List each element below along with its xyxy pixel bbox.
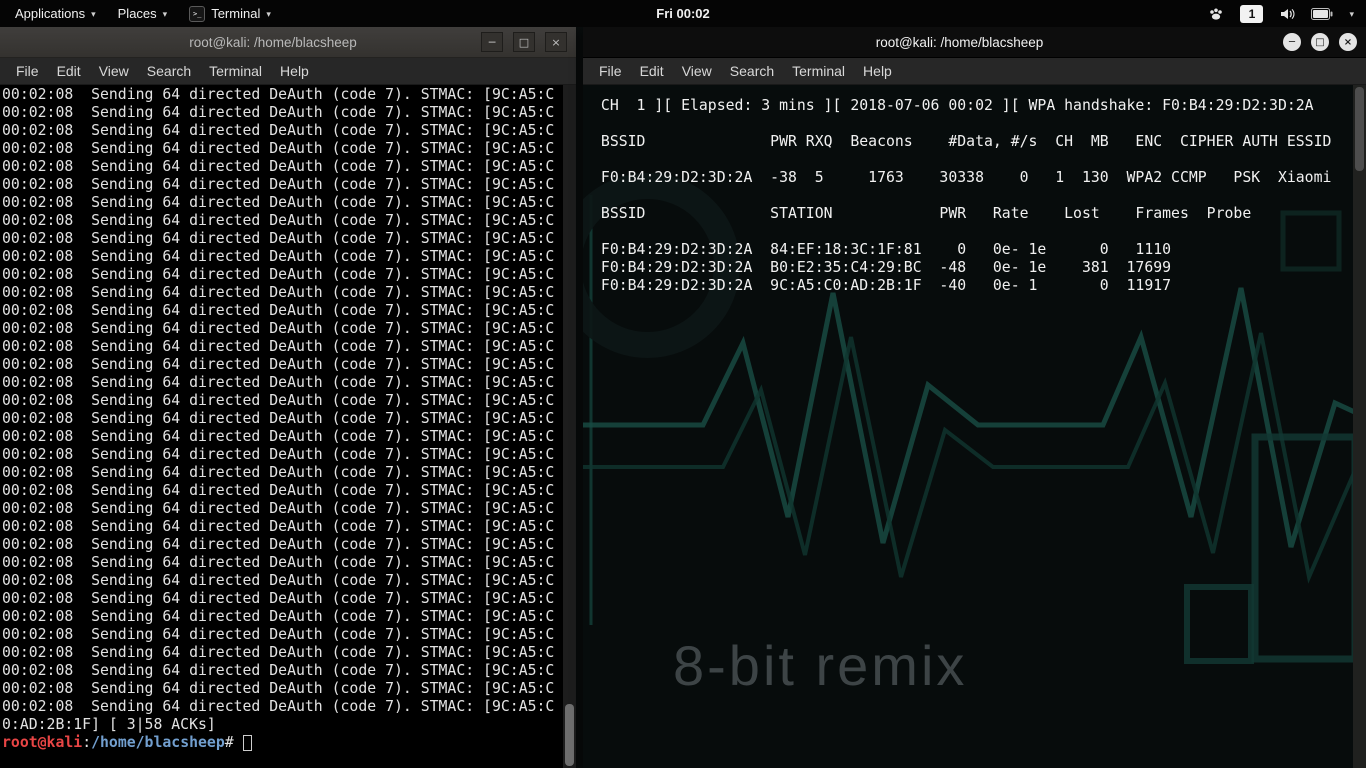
applications-menu-label: Applications	[15, 6, 85, 21]
system-menu-chevron-icon[interactable]: ▾	[1349, 10, 1354, 20]
terminal-cursor	[243, 735, 252, 751]
menu-terminal[interactable]: Terminal	[200, 60, 271, 82]
left-menubar: File Edit View Search Terminal Help	[0, 58, 576, 85]
menu-search[interactable]: Search	[721, 60, 783, 82]
top-panel: Applications ▾ Places ▾ >_ Terminal ▾ Fr…	[0, 0, 1366, 27]
right-titlebar[interactable]: root@kali: /home/blacsheep ─ □ ×	[583, 27, 1366, 58]
menu-file[interactable]: File	[590, 60, 631, 82]
left-titlebar[interactable]: root@kali: /home/blacsheep ─ □ ×	[0, 27, 576, 58]
terminal-app-menu[interactable]: >_ Terminal ▾	[178, 0, 282, 27]
minimize-button[interactable]: ─	[481, 32, 503, 52]
close-button[interactable]: ×	[1339, 33, 1357, 51]
right-scrollbar-thumb[interactable]	[1355, 87, 1364, 171]
menu-edit[interactable]: Edit	[48, 60, 90, 82]
right-scrollbar[interactable]	[1353, 85, 1366, 768]
right-window-controls: ─ □ ×	[1283, 33, 1366, 51]
places-menu-label: Places	[118, 6, 157, 21]
maximize-button[interactable]: □	[513, 32, 535, 52]
menu-help[interactable]: Help	[854, 60, 901, 82]
chevron-down-icon: ▾	[266, 10, 271, 20]
left-window-controls: ─ □ ×	[481, 32, 576, 52]
prompt-symbol: #	[225, 734, 234, 752]
menu-view[interactable]: View	[673, 60, 721, 82]
window-counter-badge[interactable]: 1	[1240, 5, 1263, 23]
volume-icon[interactable]	[1279, 6, 1295, 22]
menu-terminal[interactable]: Terminal	[783, 60, 854, 82]
places-menu[interactable]: Places ▾	[107, 0, 179, 27]
shell-prompt: root@kali:/home/blacsheep#	[0, 734, 576, 752]
left-terminal-body[interactable]: 00:02:08 Sending 64 directed DeAuth (cod…	[0, 85, 576, 768]
left-scrollbar[interactable]	[563, 85, 576, 768]
clock[interactable]: Fri 00:02	[656, 0, 709, 27]
applications-menu[interactable]: Applications ▾	[4, 0, 107, 27]
terminal-menu-label: Terminal	[211, 6, 260, 21]
chevron-down-icon: ▾	[91, 10, 96, 20]
prompt-path: /home/blacsheep	[91, 734, 225, 752]
right-terminal-body[interactable]: 8-bit remix CH 1 ][ Elapsed: 3 mins ][ 2…	[583, 85, 1366, 768]
menu-view[interactable]: View	[90, 60, 138, 82]
panel-right-group: 1 ▾	[1208, 0, 1366, 27]
prompt-user: root@kali	[2, 734, 82, 752]
chevron-down-icon: ▾	[163, 10, 168, 20]
right-window-title: root@kali: /home/blacsheep	[663, 35, 1256, 50]
left-terminal-window: root@kali: /home/blacsheep ─ □ × File Ed…	[0, 27, 576, 768]
close-button[interactable]: ×	[545, 32, 567, 52]
panel-left-group: Applications ▾ Places ▾ >_ Terminal ▾	[0, 0, 282, 27]
paw-tray-icon[interactable]	[1208, 6, 1224, 22]
right-terminal-window: root@kali: /home/blacsheep ─ □ × File Ed…	[583, 27, 1366, 768]
left-scrollbar-thumb[interactable]	[565, 704, 574, 766]
right-menubar: File Edit View Search Terminal Help	[583, 58, 1366, 85]
wallpaper-text: 8-bit remix	[673, 633, 967, 698]
left-terminal-output: 00:02:08 Sending 64 directed DeAuth (cod…	[0, 85, 576, 734]
battery-icon[interactable]	[1311, 8, 1333, 20]
prompt-separator: :	[82, 734, 91, 752]
right-terminal-output: CH 1 ][ Elapsed: 3 mins ][ 2018-07-06 00…	[583, 85, 1366, 295]
terminal-icon: >_	[189, 6, 205, 22]
maximize-button[interactable]: □	[1311, 33, 1329, 51]
left-window-title: root@kali: /home/blacsheep	[80, 35, 466, 50]
menu-file[interactable]: File	[7, 60, 48, 82]
minimize-button[interactable]: ─	[1283, 33, 1301, 51]
menu-search[interactable]: Search	[138, 60, 200, 82]
menu-edit[interactable]: Edit	[631, 60, 673, 82]
menu-help[interactable]: Help	[271, 60, 318, 82]
